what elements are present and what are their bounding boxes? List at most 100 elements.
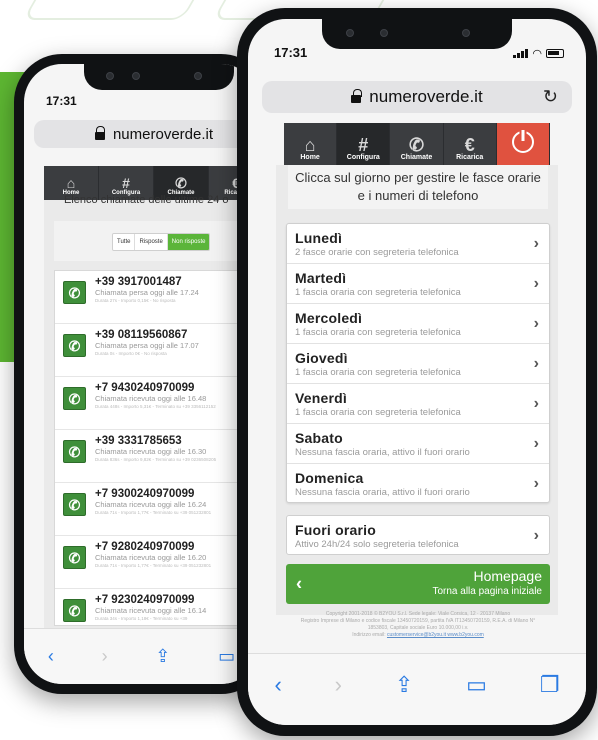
nav-label: Chiamate: [400, 154, 433, 161]
chevron-left-icon: ‹: [296, 573, 302, 594]
list-item[interactable]: ✆ +39 3331785653 Chiamata ricevuta oggi …: [55, 430, 239, 483]
day-summary: 1 fascia oraria con segreteria telefonic…: [295, 367, 461, 378]
battery-icon: [546, 49, 564, 58]
phone-icon: ✆: [63, 493, 86, 516]
footer-links[interactable]: customerservice@b2you.it www.b2you.com: [387, 632, 484, 638]
instructions-line: e i numeri di telefono: [357, 188, 479, 203]
nav-label: Home: [300, 154, 320, 161]
phone-icon: ✆: [63, 440, 86, 463]
day-name: Lunedì: [295, 230, 343, 246]
phone-icon: ✆: [175, 175, 187, 191]
tabs-icon[interactable]: ❐: [540, 672, 560, 698]
call-detail: Durata 71s - Importo 1,77€ - Terminato s…: [95, 563, 212, 568]
call-status: Chiamata ricevuta oggi alle 16.20: [95, 553, 207, 562]
background-shape: [22, 0, 218, 20]
day-row-lunedi[interactable]: Lunedì 2 fasce orarie con segreteria tel…: [287, 224, 549, 264]
nav-home[interactable]: ⌂ Home: [284, 123, 338, 165]
hash-icon: #: [358, 135, 369, 155]
list-item[interactable]: ✆ +7 9230240970099 Chiamata ricevuta ogg…: [55, 589, 239, 625]
phone-icon: ✆: [63, 546, 86, 569]
call-detail: Durata 71s - Importo 1,77€ - Terminato s…: [95, 510, 212, 515]
list-item[interactable]: ✆ +39 3917001487 Chiamata persa oggi all…: [55, 271, 239, 324]
lock-icon: [351, 89, 362, 103]
day-row-giovedi[interactable]: Giovedì 1 fascia oraria con segreteria t…: [287, 344, 549, 384]
filter-risposte[interactable]: Risposte: [135, 234, 168, 250]
day-row-sabato[interactable]: Sabato Nessuna fascia oraria, attivo il …: [287, 424, 549, 464]
share-icon[interactable]: ⇪: [155, 646, 170, 667]
homepage-button[interactable]: ‹ Homepage Torna alla pagina iniziale: [286, 564, 550, 604]
day-row-mercoledi[interactable]: Mercoledì 1 fascia oraria con segreteria…: [287, 304, 549, 344]
day-row-venerdi[interactable]: Venerdì 1 fascia oraria con segreteria t…: [287, 384, 549, 424]
lock-icon: [94, 126, 106, 140]
hash-icon: #: [122, 175, 130, 191]
call-number: +7 9300240970099: [95, 488, 195, 500]
chevron-right-icon: ›: [533, 434, 539, 452]
outside-hours-name: Fuori orario: [295, 522, 376, 538]
chevron-right-icon: ›: [533, 354, 539, 372]
day-row-domenica[interactable]: Domenica Nessuna fascia oraria, attivo i…: [287, 464, 549, 504]
back-icon[interactable]: ‹: [48, 646, 54, 667]
call-number: +7 9430240970099: [95, 382, 195, 394]
back-icon[interactable]: ‹: [274, 672, 281, 698]
outside-hours-row[interactable]: Fuori orario Attivo 24h/24 solo segreter…: [286, 515, 550, 555]
address-bar[interactable]: numeroverde.it ↻: [262, 81, 572, 113]
phone-back: 17:31 numeroverde.it ⌂ Home # Configura …: [14, 54, 269, 694]
reload-icon[interactable]: ↻: [543, 87, 558, 108]
day-row-martedi[interactable]: Martedì 1 fascia oraria con segreteria t…: [287, 264, 549, 304]
nav-label: Ricarica: [456, 154, 484, 161]
logout-button[interactable]: [496, 123, 551, 165]
status-time: 17:31: [274, 45, 308, 60]
power-icon: [511, 131, 534, 153]
nav-label: Configura: [346, 154, 380, 161]
day-summary: 2 fasce orarie con segreteria telefonica: [295, 247, 459, 258]
nav-chiamate[interactable]: ✆ Chiamate: [390, 123, 444, 165]
phone-icon: ✆: [63, 599, 86, 622]
phone-back-screen: 17:31 numeroverde.it ⌂ Home # Configura …: [24, 64, 259, 684]
forward-icon[interactable]: ›: [102, 646, 108, 667]
url-text: numeroverde.it: [369, 87, 483, 106]
call-number: +7 9280240970099: [95, 541, 195, 553]
phone-icon: ✆: [63, 334, 86, 357]
nav-ricarica[interactable]: € Ricarica: [444, 123, 497, 165]
footer-line: Copyright 2001-2018 © B2YOU S.r.l. Sede …: [325, 611, 511, 617]
homepage-title: Homepage: [473, 568, 543, 584]
list-title: Elenco chiamate delle ultime 24 o: [64, 194, 229, 206]
filter-tutte[interactable]: Tutte: [113, 234, 136, 250]
day-name: Sabato: [295, 430, 343, 446]
outside-hours-content: Fuori orario Attivo 24h/24 solo segreter…: [287, 516, 549, 556]
chevron-right-icon: ›: [533, 394, 539, 412]
footer-line: Indirizzo email:: [352, 632, 386, 638]
list-item[interactable]: ✆ +7 9300240970099 Chiamata ricevuta ogg…: [55, 483, 239, 536]
call-number: +39 08119560867: [95, 329, 188, 341]
filter-bar: Tutte Risposte Non risposte: [54, 221, 244, 261]
phone-front-screen: 17:31 ◠ numeroverde.it ↻ ⌂ Home # Config…: [248, 19, 586, 725]
nav-configura[interactable]: # Configura: [337, 123, 391, 165]
bookmarks-icon[interactable]: ▭: [218, 646, 235, 667]
phone-front: 17:31 ◠ numeroverde.it ↻ ⌂ Home # Config…: [237, 8, 597, 736]
wifi-icon: ◠: [532, 48, 542, 60]
list-item[interactable]: ✆ +7 9430240970099 Chiamata ricevuta ogg…: [55, 377, 239, 430]
day-summary: 1 fascia oraria con segreteria telefonic…: [295, 327, 461, 338]
outside-hours-summary: Attivo 24h/24 solo segreteria telefonica: [295, 539, 459, 550]
call-status: Chiamata ricevuta oggi alle 16.30: [95, 447, 207, 456]
day-summary: Nessuna fascia oraria, attivo il fuori o…: [295, 447, 470, 458]
bookmarks-icon[interactable]: ▭: [466, 672, 487, 698]
day-name: Domenica: [295, 470, 364, 486]
day-summary: 1 fascia oraria con segreteria telefonic…: [295, 287, 461, 298]
day-name: Giovedì: [295, 350, 348, 366]
share-icon[interactable]: ⇪: [395, 672, 413, 698]
day-summary: 1 fascia oraria con segreteria telefonic…: [295, 407, 461, 418]
home-icon: ⌂: [304, 135, 316, 155]
phone-icon: ✆: [408, 135, 425, 155]
filter-non-risposte[interactable]: Non risposte: [167, 234, 210, 250]
instructions-line: Clicca sul giorno per gestire le fasce o…: [295, 170, 541, 185]
homepage-subtitle: Torna alla pagina iniziale: [432, 586, 542, 597]
address-bar[interactable]: numeroverde.it: [34, 120, 259, 148]
list-item[interactable]: ✆ +7 9280240970099 Chiamata ricevuta ogg…: [55, 536, 239, 589]
footer-line: 1853803, Capitale sociale Euro 10.000,00…: [367, 625, 469, 631]
list-item[interactable]: ✆ +39 08119560867 Chiamata persa oggi al…: [55, 324, 239, 377]
forward-icon[interactable]: ›: [335, 672, 342, 698]
euro-icon: €: [464, 135, 475, 155]
footer-legal: Copyright 2001-2018 © B2YOU S.r.l. Sede …: [278, 611, 558, 639]
url-text: numeroverde.it: [112, 125, 214, 143]
